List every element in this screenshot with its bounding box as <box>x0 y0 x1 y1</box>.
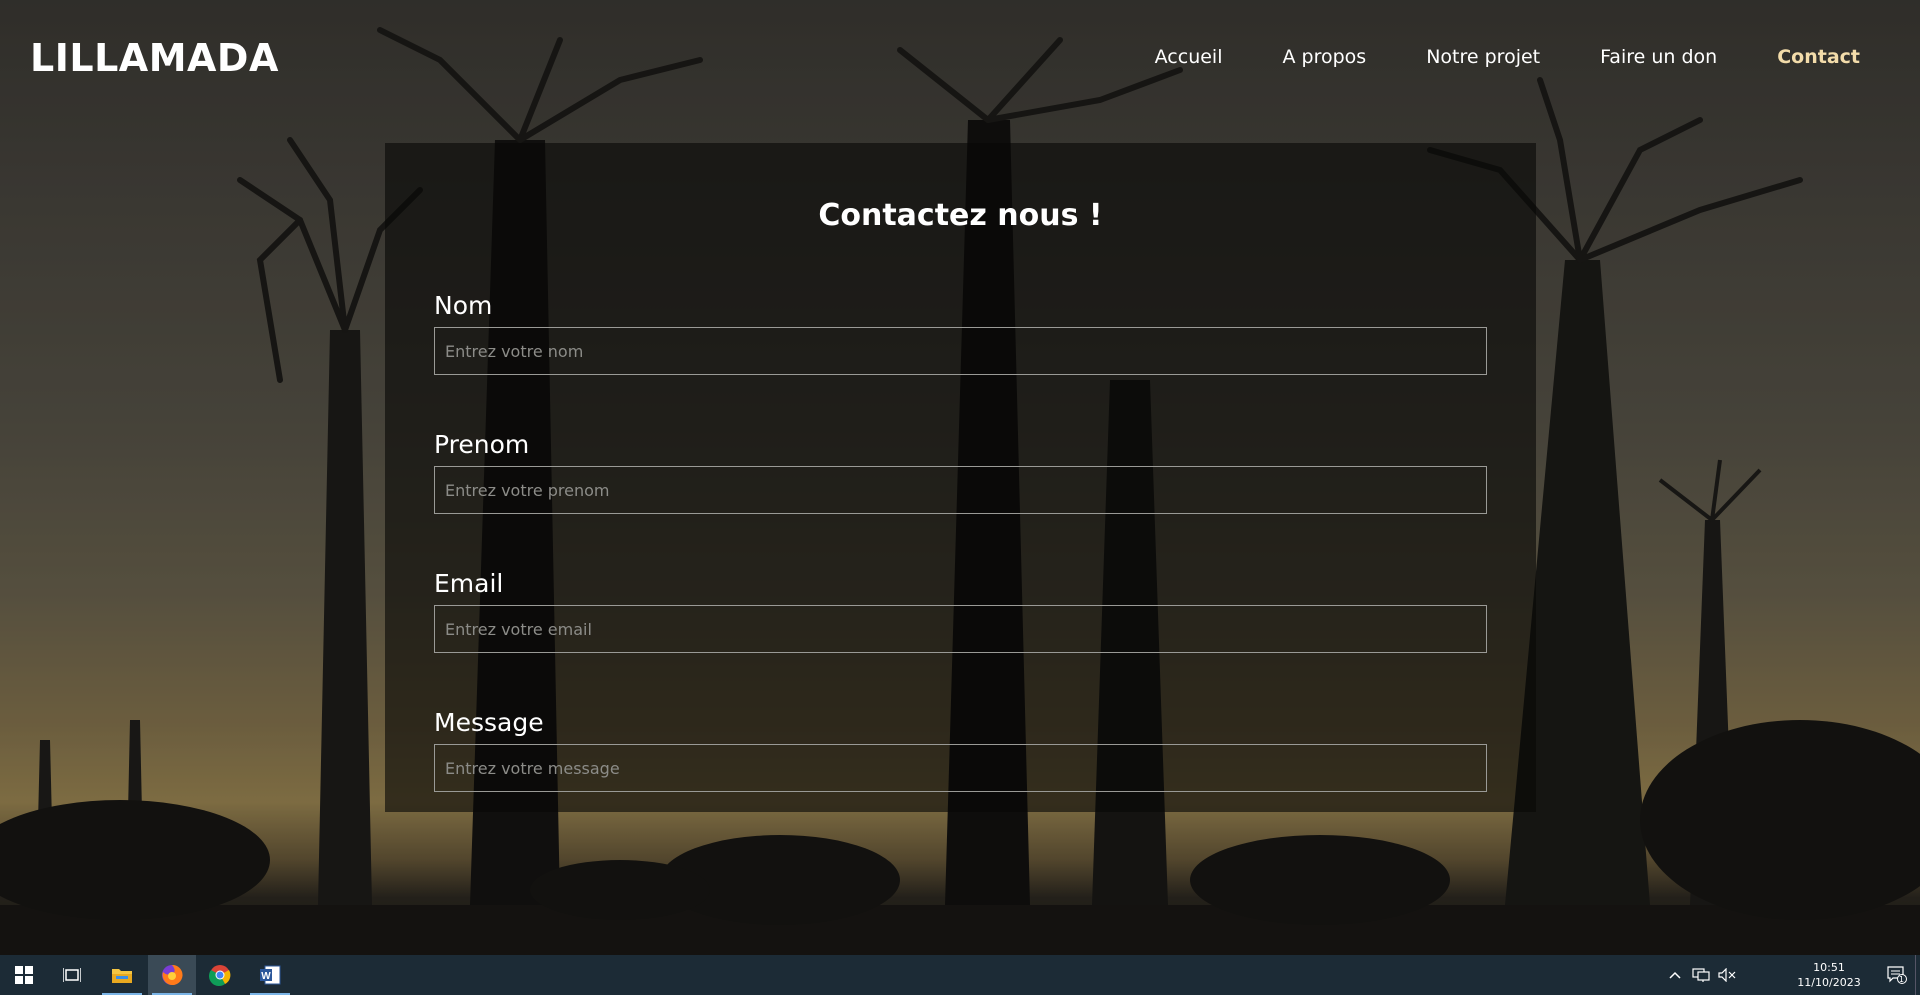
file-explorer-icon[interactable] <box>98 955 146 995</box>
field-nom: Nom <box>434 289 1487 375</box>
field-email: Email <box>434 567 1487 653</box>
taskbar: W 10:51 11/10/2023 1 <box>0 955 1920 995</box>
message-input[interactable] <box>434 744 1487 792</box>
chevron-up-icon[interactable] <box>1660 955 1690 995</box>
system-tray: 10:51 11/10/2023 1 <box>1660 955 1920 995</box>
windows-start-icon[interactable] <box>0 955 48 995</box>
nav-accueil[interactable]: Accueil <box>1155 46 1223 68</box>
volume-muted-icon[interactable] <box>1714 955 1740 995</box>
nom-label: Nom <box>434 291 493 320</box>
show-desktop-button[interactable] <box>1915 955 1920 995</box>
task-view-icon[interactable] <box>48 955 96 995</box>
clock-time: 10:51 <box>1813 961 1845 974</box>
nav-faire-un-don[interactable]: Faire un don <box>1600 46 1717 68</box>
nom-input[interactable] <box>434 327 1487 375</box>
prenom-label: Prenom <box>434 430 530 459</box>
email-input[interactable] <box>434 605 1487 653</box>
email-label: Email <box>434 569 504 598</box>
site-logo[interactable]: LILLAMADA <box>30 36 279 80</box>
network-icon[interactable] <box>1688 955 1714 995</box>
main-nav: Accueil A propos Notre projet Faire un d… <box>1095 46 1860 68</box>
word-icon[interactable]: W <box>246 955 294 995</box>
nav-notre-projet[interactable]: Notre projet <box>1426 46 1540 68</box>
nav-contact[interactable]: Contact <box>1777 46 1860 68</box>
svg-text:W: W <box>261 971 271 982</box>
taskbar-clock[interactable]: 10:51 11/10/2023 <box>1796 960 1862 990</box>
clock-date: 11/10/2023 <box>1797 976 1861 989</box>
notification-count: 1 <box>1898 975 1904 984</box>
field-message: Message <box>434 706 1487 792</box>
firefox-icon[interactable] <box>148 955 196 995</box>
form-title: Contactez nous ! <box>818 198 1103 233</box>
message-label: Message <box>434 708 544 737</box>
chrome-icon[interactable] <box>196 955 244 995</box>
contact-form-panel: Contactez nous ! Nom Prenom Email Messag… <box>385 143 1536 812</box>
prenom-input[interactable] <box>434 466 1487 514</box>
nav-a-propos[interactable]: A propos <box>1283 46 1367 68</box>
field-prenom: Prenom <box>434 428 1487 514</box>
notification-center-icon[interactable]: 1 <box>1882 955 1912 995</box>
